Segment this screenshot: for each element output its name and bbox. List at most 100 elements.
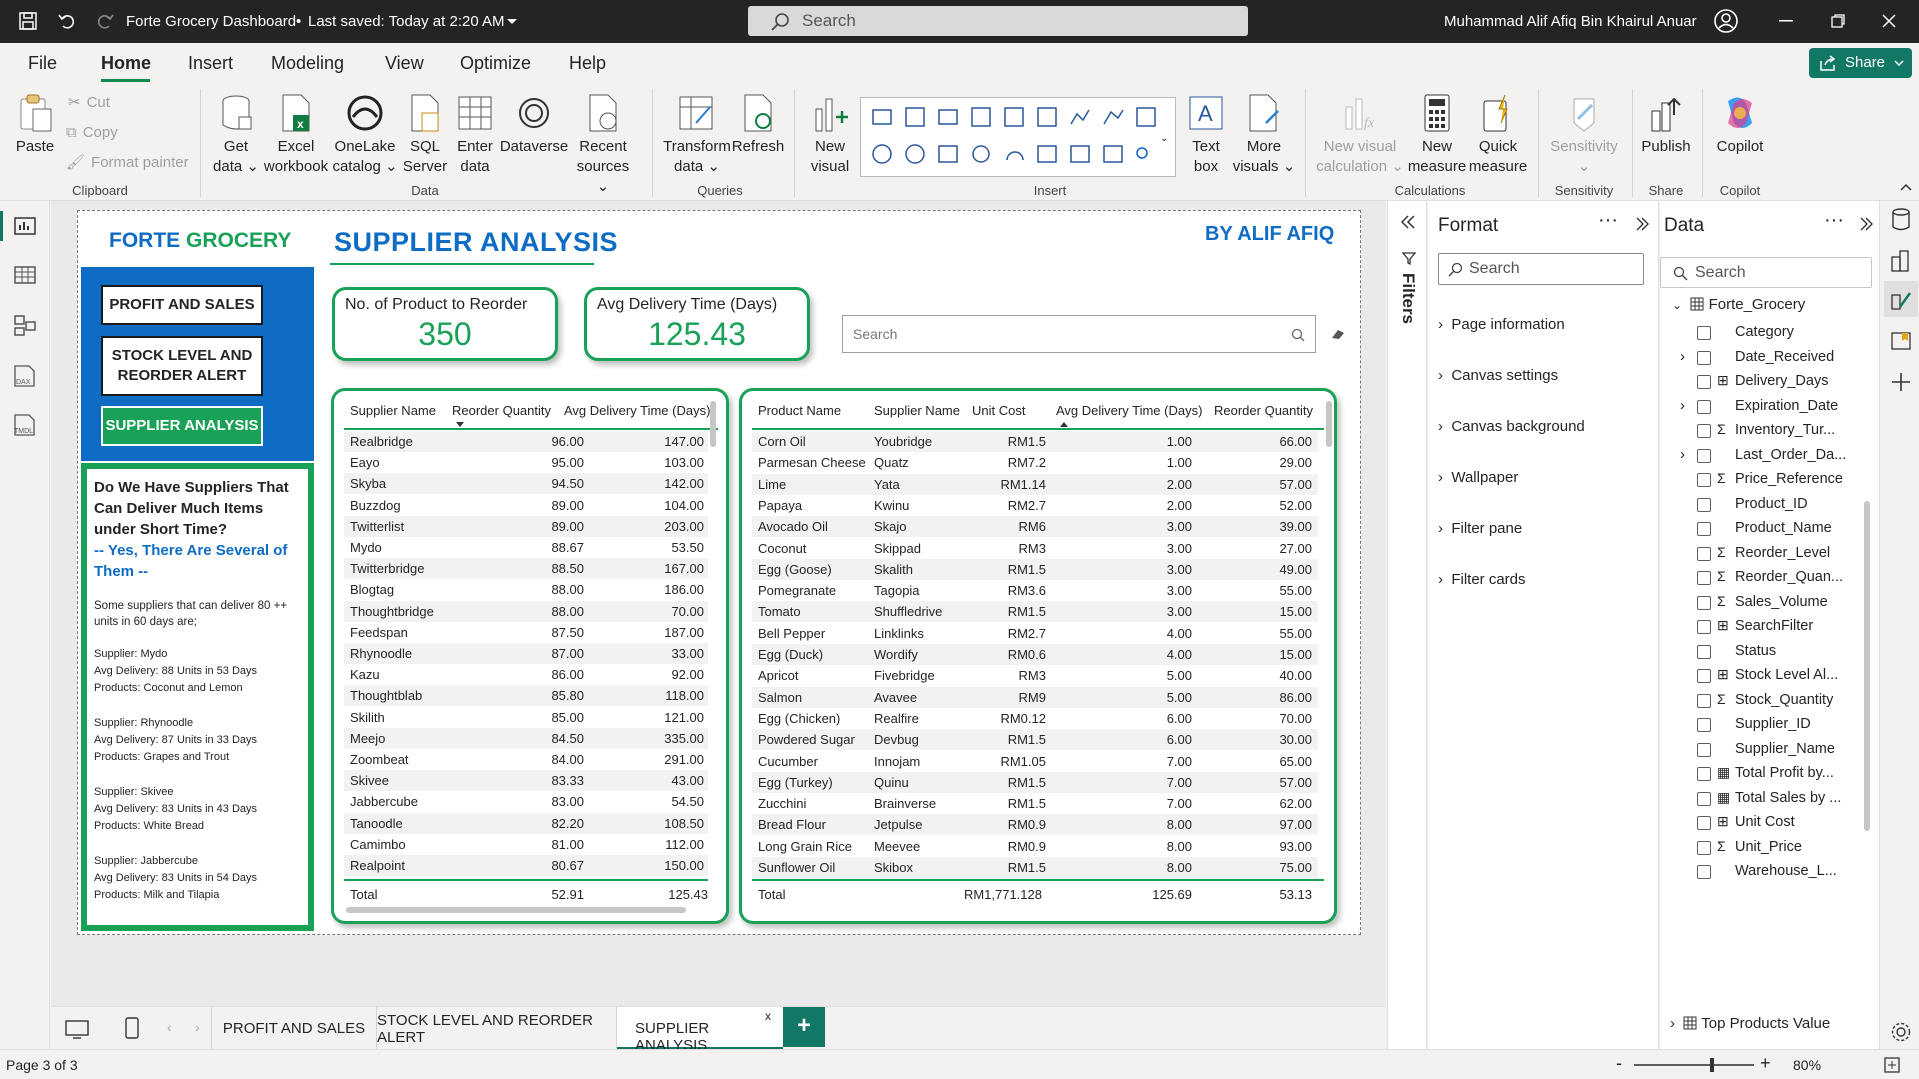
- field-item[interactable]: Product_ID: [1660, 493, 1860, 517]
- copilot-button[interactable]: Copilot: [1710, 93, 1770, 157]
- table-row[interactable]: Camimbo 81.00 112.00: [344, 833, 708, 855]
- paste-button[interactable]: Paste: [10, 93, 60, 157]
- field-checkbox[interactable]: [1697, 644, 1711, 659]
- table-row[interactable]: Avocado Oil Skajo RM6 3.00 39.00: [752, 516, 1318, 538]
- format-painter-button[interactable]: 🖌 Format painter: [66, 153, 189, 173]
- menu-insert[interactable]: Insert: [188, 53, 233, 74]
- table-row[interactable]: Blogtag 88.00 186.00: [344, 579, 708, 601]
- search-slicer[interactable]: Search: [842, 315, 1316, 353]
- vertical-scrollbar[interactable]: [1326, 401, 1332, 447]
- field-checkbox[interactable]: [1697, 865, 1711, 879]
- field-checkbox[interactable]: [1697, 742, 1711, 757]
- sensitivity-button[interactable]: Sensitivity ⌄: [1546, 93, 1622, 177]
- tab-stock-level[interactable]: STOCK LEVEL AND REORDER ALERT: [377, 1007, 617, 1050]
- field-checkbox[interactable]: [1697, 473, 1711, 487]
- collapse-pane-icon[interactable]: [1635, 217, 1649, 231]
- field-checkbox[interactable]: [1697, 669, 1711, 683]
- nav-profit-and-sales[interactable]: PROFIT AND SALES: [101, 285, 263, 325]
- section-canvas-settings[interactable]: › Canvas settings: [1438, 367, 1558, 384]
- table-row[interactable]: Kazu 86.00 92.00: [344, 664, 708, 686]
- data-pane-icon[interactable]: [1890, 207, 1912, 233]
- enter-data-button[interactable]: Enter data: [452, 93, 498, 177]
- settings-icon[interactable]: [1890, 1021, 1912, 1043]
- field-checkbox[interactable]: [1697, 620, 1711, 634]
- field-item[interactable]: ▦ Total Sales by ...: [1660, 787, 1860, 811]
- share-button[interactable]: Share: [1809, 48, 1912, 78]
- field-item[interactable]: Warehouse_L...: [1660, 860, 1860, 884]
- format-search[interactable]: Search: [1438, 253, 1644, 285]
- table-row[interactable]: Parmesan Cheese Quatz RM7.2 1.00 29.00: [752, 452, 1318, 474]
- field-item[interactable]: Status: [1660, 640, 1860, 664]
- bookmarks-icon[interactable]: [1890, 329, 1912, 353]
- publish-button[interactable]: Publish: [1638, 93, 1694, 157]
- collapse-pane-icon[interactable]: [1859, 217, 1873, 231]
- cut-button[interactable]: ✂ Cut: [68, 93, 110, 113]
- new-measure-button[interactable]: New measure: [1405, 93, 1469, 177]
- field-checkbox[interactable]: [1697, 595, 1711, 610]
- table-row[interactable]: Bell Pepper Linklinks RM2.7 4.00 55.00: [752, 622, 1318, 644]
- dataverse-button[interactable]: Dataverse: [498, 93, 570, 157]
- close-icon[interactable]: [1882, 14, 1896, 28]
- col-header[interactable]: Product Name: [758, 403, 841, 418]
- onelake-catalog-button[interactable]: OneLake catalog ⌄: [330, 93, 400, 177]
- table-row[interactable]: Buzzdog 89.00 104.00: [344, 494, 708, 516]
- refresh-button[interactable]: Refresh: [730, 93, 786, 157]
- copy-button[interactable]: ⧉ Copy: [66, 123, 118, 143]
- section-filter-pane[interactable]: › Filter pane: [1438, 520, 1522, 537]
- table-row[interactable]: Egg (Chicken) Realfire RM0.12 6.00 70.00: [752, 707, 1318, 729]
- field-checkbox[interactable]: [1697, 693, 1711, 708]
- field-checkbox[interactable]: [1697, 448, 1711, 463]
- expand-icon[interactable]: ›: [1680, 397, 1685, 414]
- table-row[interactable]: Twitterbridge 88.50 167.00: [344, 558, 708, 580]
- nav-stock-level[interactable]: STOCK LEVEL AND REORDER ALERT: [101, 336, 263, 396]
- gallery-expand-icon[interactable]: ⌄: [1160, 133, 1168, 144]
- desktop-layout-icon[interactable]: [65, 1019, 89, 1039]
- collapse-ribbon-icon[interactable]: [1900, 183, 1912, 191]
- table-row[interactable]: Zucchini Brainverse RM1.5 7.00 62.00: [752, 793, 1318, 815]
- field-checkbox[interactable]: [1697, 350, 1711, 365]
- table-row[interactable]: Coconut Skippad RM3 3.00 27.00: [752, 537, 1318, 559]
- field-checkbox[interactable]: [1697, 571, 1711, 585]
- zoom-slider[interactable]: [1634, 1064, 1754, 1066]
- field-checkbox[interactable]: [1697, 718, 1711, 732]
- table-row[interactable]: Realpoint 80.67 150.00: [344, 855, 708, 876]
- zoom-slider-thumb[interactable]: [1710, 1058, 1714, 1072]
- table-row[interactable]: Salmon Avavee RM9 5.00 86.00: [752, 686, 1318, 708]
- eraser-icon[interactable]: [1331, 328, 1345, 340]
- field-item[interactable]: › Date_Received: [1660, 346, 1860, 370]
- field-item[interactable]: Category: [1660, 321, 1860, 345]
- redo-icon[interactable]: [95, 11, 115, 31]
- field-item[interactable]: Σ Price_Reference: [1660, 468, 1860, 492]
- table-row[interactable]: Egg (Turkey) Quinu RM1.5 7.00 57.00: [752, 771, 1318, 793]
- avatar-icon[interactable]: [1713, 8, 1739, 34]
- col-header[interactable]: Unit Cost: [972, 403, 1025, 418]
- add-pane-icon[interactable]: [1890, 371, 1912, 393]
- field-checkbox[interactable]: [1697, 767, 1711, 781]
- excel-workbook-button[interactable]: x Excel workbook: [263, 93, 329, 177]
- menu-modeling[interactable]: Modeling: [271, 53, 344, 74]
- build-visual-icon[interactable]: [1890, 249, 1912, 273]
- field-item[interactable]: Supplier_ID: [1660, 713, 1860, 737]
- text-box-button[interactable]: A Text box: [1182, 93, 1230, 177]
- expand-icon[interactable]: ›: [1680, 446, 1685, 463]
- table-row[interactable]: Egg (Duck) Wordify RM0.6 4.00 15.00: [752, 644, 1318, 665]
- table-row[interactable]: Mydo 88.67 53.50: [344, 537, 708, 558]
- more-visuals-button[interactable]: More visuals ⌄: [1232, 93, 1296, 177]
- vertical-scrollbar[interactable]: [710, 401, 716, 447]
- col-header[interactable]: Avg Delivery Time (Days): [1056, 403, 1202, 418]
- minimize-icon[interactable]: [1779, 20, 1793, 22]
- table-row[interactable]: Corn Oil Youbridge RM1.5 1.00 66.00: [752, 431, 1318, 452]
- table-row[interactable]: Rhynoodle 87.00 33.00: [344, 643, 708, 664]
- field-item[interactable]: ⊞ Delivery_Days: [1660, 370, 1860, 394]
- table-row[interactable]: Zoombeat 84.00 291.00: [344, 749, 708, 770]
- table-row[interactable]: Sunflower Oil Skibox RM1.5 8.00 75.00: [752, 857, 1318, 878]
- table-row[interactable]: Apricot Fivebridge RM3 5.00 40.00: [752, 665, 1318, 687]
- field-checkbox[interactable]: [1697, 791, 1711, 806]
- dax-query-view-icon[interactable]: DAX: [12, 364, 38, 388]
- field-item[interactable]: Σ Sales_Volume: [1660, 591, 1860, 615]
- table-row[interactable]: Skilith 85.00 121.00: [344, 706, 708, 728]
- table-forte-grocery[interactable]: ⌄ Forte_Grocery: [1672, 296, 1805, 313]
- zoom-in-button[interactable]: +: [1760, 1053, 1771, 1074]
- data-scrollbar[interactable]: [1864, 501, 1870, 831]
- field-checkbox[interactable]: [1697, 326, 1711, 340]
